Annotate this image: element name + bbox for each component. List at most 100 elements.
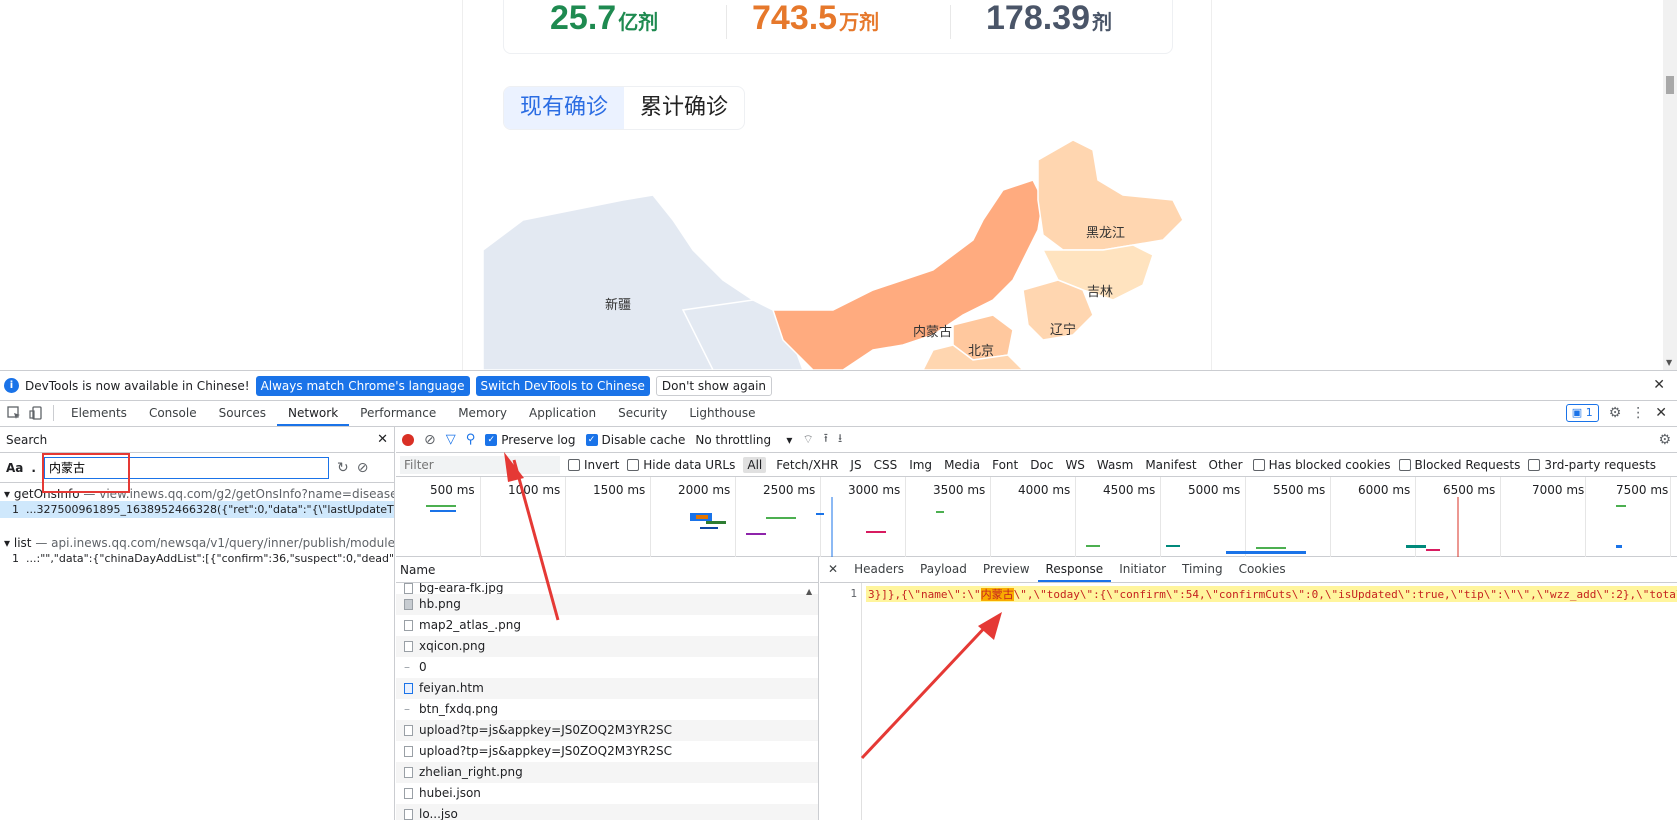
file-icon (404, 767, 413, 778)
filter-input[interactable] (400, 455, 560, 474)
tab-security[interactable]: Security (607, 401, 678, 426)
close-search-icon[interactable]: ✕ (377, 432, 388, 447)
preserve-log-checkbox[interactable]: ✓ Preserve log (485, 433, 576, 447)
scroll-down-arrow-icon[interactable]: ▼ (1666, 358, 1672, 367)
tab-console[interactable]: Console (138, 401, 208, 426)
disable-cache-checkbox[interactable]: ✓ Disable cache (585, 433, 685, 447)
request-row[interactable]: xqicon.png (396, 636, 818, 657)
export-har-icon[interactable]: ⭳ (838, 429, 842, 450)
search-icon[interactable]: ⚲ (466, 432, 476, 447)
file-icon (404, 620, 413, 631)
hide-data-urls-checkbox[interactable]: Hide data URLs (627, 458, 735, 472)
tab-cookies[interactable]: Cookies (1231, 557, 1294, 582)
filter-bar: Invert Hide data URLs All Fetch/XHR JS C… (396, 453, 1677, 477)
request-row[interactable]: – btn_fxdq.png (396, 699, 818, 720)
throttling-select[interactable]: No throttling ▾ (695, 433, 792, 447)
dont-show-again-button[interactable]: Don't show again (655, 375, 773, 396)
tab-timing[interactable]: Timing (1174, 557, 1231, 582)
close-devtools-icon[interactable]: ✕ (1655, 405, 1667, 421)
request-list-scrollbar[interactable]: ▲ (806, 583, 818, 820)
inspect-element-icon[interactable] (3, 402, 25, 424)
china-map[interactable]: 新疆 黑龙江 吉林 内蒙古 辽宁 北京 (483, 140, 1193, 370)
type-filter-js[interactable]: JS (848, 458, 863, 472)
settings-gear-icon[interactable]: ⚙ (1609, 405, 1622, 421)
close-icon[interactable]: ✕ (1653, 377, 1665, 393)
clear-icon[interactable]: ⊘ (424, 432, 436, 448)
page-scrollbar[interactable]: ▼ (1663, 0, 1677, 370)
request-row[interactable]: upload?tp=js&appkey=JS0ZOQ2M3YR2SC (396, 741, 818, 762)
request-row[interactable]: hubei.json (396, 783, 818, 804)
more-options-icon[interactable]: ⋮ (1631, 405, 1645, 421)
tab-memory[interactable]: Memory (447, 401, 518, 426)
request-row[interactable]: map2_atlas_.png (396, 615, 818, 636)
blocked-requests-checkbox[interactable]: Blocked Requests (1398, 458, 1520, 472)
type-filter-font[interactable]: Font (990, 458, 1020, 472)
refresh-icon[interactable]: ↻ (337, 460, 349, 476)
network-settings-gear-icon[interactable]: ⚙ (1658, 432, 1671, 448)
type-filter-wasm[interactable]: Wasm (1095, 458, 1135, 472)
timeline-overview[interactable]: 500 ms 1000 ms 1500 ms 2000 ms 2500 ms 3… (396, 477, 1677, 557)
invert-checkbox[interactable]: Invert (568, 458, 619, 472)
request-row[interactable]: –0 (396, 657, 818, 678)
line-gutter: 1 (820, 583, 862, 820)
tab-sources[interactable]: Sources (208, 401, 277, 426)
file-icon (404, 583, 413, 594)
stat-per-capita: 178.39 剂 (986, 0, 1112, 38)
tab-lighthouse[interactable]: Lighthouse (678, 401, 766, 426)
name-column-header[interactable]: Name (396, 557, 818, 583)
search-result-file[interactable]: ▾ list — api.inews.qq.com/newsqa/v1/quer… (0, 532, 394, 550)
tab-elements[interactable]: Elements (60, 401, 138, 426)
type-filter-media[interactable]: Media (942, 458, 982, 472)
tab-cumulative-confirmed[interactable]: 累计确诊 (624, 87, 744, 129)
regex-toggle[interactable]: . (31, 461, 36, 475)
type-filter-doc[interactable]: Doc (1028, 458, 1055, 472)
search-title: Search (6, 432, 48, 447)
request-row[interactable]: feiyan.htm (396, 678, 818, 699)
request-row[interactable]: zhelian_right.png (396, 762, 818, 783)
switch-chinese-button[interactable]: Switch DevTools to Chinese (475, 375, 650, 396)
tab-initiator[interactable]: Initiator (1111, 557, 1174, 582)
annotation-highlight-box (42, 453, 130, 493)
record-icon[interactable] (402, 433, 414, 446)
issues-badge[interactable]: ▣ 1 (1565, 404, 1599, 422)
type-filter-fetch-xhr[interactable]: Fetch/XHR (774, 458, 840, 472)
type-filter-img[interactable]: Img (907, 458, 934, 472)
match-language-button[interactable]: Always match Chrome's language (255, 375, 470, 396)
type-filter-ws[interactable]: WS (1063, 458, 1086, 472)
tab-current-confirmed[interactable]: 现有确诊 (504, 87, 625, 129)
tab-payload[interactable]: Payload (912, 557, 975, 582)
type-filter-all[interactable]: All (743, 456, 767, 473)
tab-preview[interactable]: Preview (975, 557, 1038, 582)
request-row[interactable]: lo...jso (396, 804, 818, 820)
response-body[interactable]: 1 3}]},{\"name\":\"内蒙古\",\"today\":{\"co… (820, 583, 1677, 820)
network-conditions-icon[interactable]: ⌔ (802, 432, 813, 447)
request-row[interactable]: upload?tp=js&appkey=JS0ZOQ2M3YR2SC (396, 720, 818, 741)
type-filter-manifest[interactable]: Manifest (1143, 458, 1198, 472)
match-case-toggle[interactable]: Aa (6, 461, 23, 475)
tab-application[interactable]: Application (518, 401, 607, 426)
tab-network[interactable]: Network (277, 401, 350, 426)
filter-icon[interactable]: ▽ (446, 432, 456, 447)
stat-unit: 亿剂 (618, 12, 659, 34)
devtools-main-tabs: Elements Console Sources Network Perform… (0, 401, 1677, 427)
search-result-line[interactable]: 1 ...327500961895_1638952466328({"ret":0… (0, 501, 394, 518)
third-party-checkbox[interactable]: 3rd-party requests (1528, 458, 1656, 472)
request-rows: bg-eara-fk.jpg hb.png map2_atlas_.png xq… (396, 583, 818, 820)
type-filter-css[interactable]: CSS (872, 458, 900, 472)
close-details-icon[interactable]: ✕ (820, 557, 846, 582)
import-har-icon[interactable]: ⭱ (824, 429, 828, 450)
tab-response[interactable]: Response (1037, 557, 1112, 582)
file-icon (404, 746, 413, 757)
tab-performance[interactable]: Performance (349, 401, 447, 426)
blocked-cookies-checkbox[interactable]: Has blocked cookies (1252, 458, 1391, 472)
language-infobar: i DevTools is now available in Chinese! … (0, 371, 1677, 401)
device-toolbar-icon[interactable] (25, 402, 47, 424)
request-row[interactable]: hb.png (396, 594, 818, 615)
scroll-up-arrow-icon[interactable]: ▲ (806, 587, 812, 596)
search-result-line[interactable]: 1 ...:"","data":{"chinaDayAddList":[{"co… (0, 550, 394, 567)
page-scroll-thumb[interactable] (1666, 76, 1674, 94)
type-filter-other[interactable]: Other (1207, 458, 1245, 472)
tab-headers[interactable]: Headers (846, 557, 912, 582)
request-row[interactable]: bg-eara-fk.jpg (396, 583, 818, 594)
clear-search-icon[interactable]: ⊘ (357, 460, 369, 476)
